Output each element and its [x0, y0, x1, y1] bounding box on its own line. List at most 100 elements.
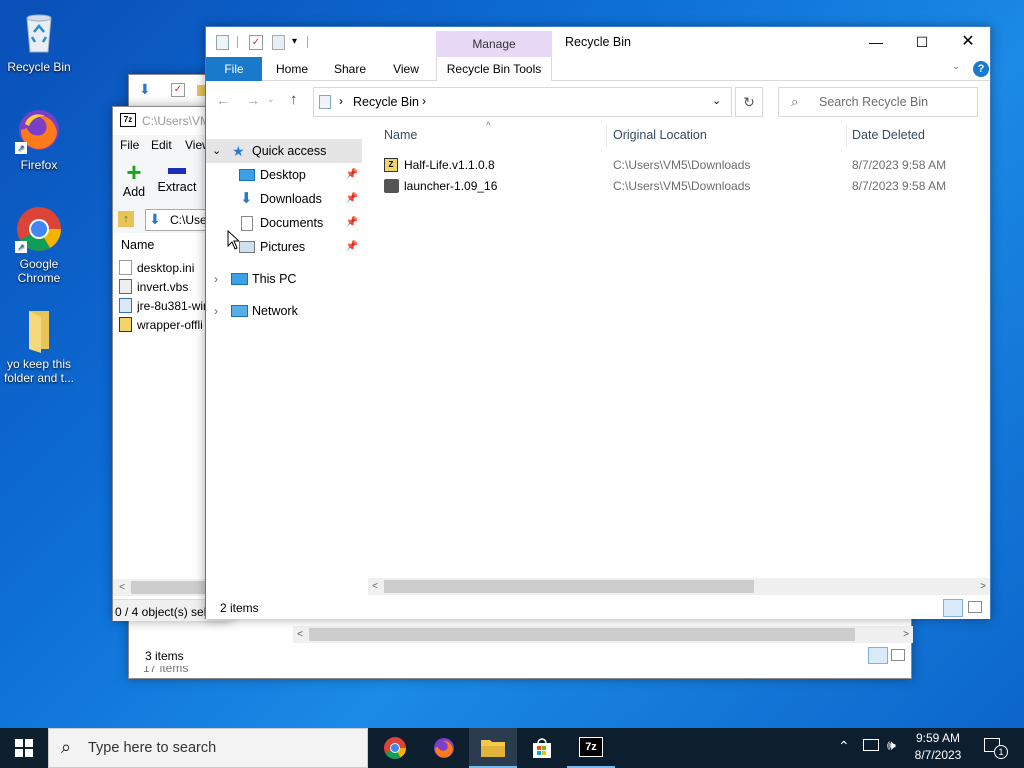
column-header-original-location[interactable]: Original Location: [608, 123, 846, 147]
tab-share[interactable]: Share: [326, 57, 374, 81]
navigation-bar: ← → ⌄ ↑ › Recycle Bin › ⌄ ↻ ⌕ Search Rec…: [206, 82, 990, 122]
extract-button[interactable]: Extract: [155, 159, 199, 203]
file-name: invert.vbs: [137, 280, 189, 294]
taskbar-search-box[interactable]: ⌕ Type here to search: [48, 728, 368, 768]
collapse-chevron-icon[interactable]: ⌄: [212, 139, 221, 163]
nav-quick-access[interactable]: ⌄ ★ Quick access: [206, 139, 362, 163]
new-folder-icon[interactable]: [272, 35, 285, 50]
address-bar[interactable]: › Recycle Bin › ⌄: [313, 87, 732, 117]
recycle-bin-window[interactable]: ✓ ▾ Manage Recycle Bin — ☐ ✕ File Home S…: [205, 26, 991, 619]
customize-toolbar-icon[interactable]: ▾: [292, 36, 297, 47]
breadcrumb[interactable]: Recycle Bin: [353, 95, 419, 109]
details-view-icon[interactable]: [943, 599, 963, 617]
nav-this-pc[interactable]: › This PC: [206, 267, 362, 291]
recycle-bin-small-icon: [319, 95, 331, 109]
tab-view[interactable]: View: [382, 57, 430, 81]
table-row[interactable]: launcher-1.09_16 C:\Users\VM5\Downloads …: [372, 176, 988, 197]
nav-desktop[interactable]: Desktop 📌: [206, 163, 362, 187]
action-center-button[interactable]: 1: [980, 736, 1008, 760]
store-bag-icon: [533, 738, 551, 758]
nav-downloads[interactable]: ⬇ Downloads 📌: [206, 187, 362, 211]
desktop-icon-folder[interactable]: yo keep this folder and t...: [2, 305, 76, 385]
scroll-right-arrow[interactable]: >: [899, 626, 913, 643]
mouse-cursor-icon: [227, 230, 239, 250]
file-list: ^ Name Original Location Date Deleted Z …: [372, 121, 990, 563]
tab-recycle-bin-tools[interactable]: Recycle Bin Tools: [436, 57, 552, 81]
expand-chevron-icon[interactable]: ›: [214, 299, 218, 323]
scroll-thumb[interactable]: [309, 628, 855, 641]
scroll-left-arrow[interactable]: <: [115, 579, 129, 596]
file-name: Half-Life.v1.1.0.8: [404, 158, 495, 172]
forward-arrow-icon[interactable]: →: [246, 92, 260, 108]
minimize-button[interactable]: —: [854, 29, 898, 55]
address-dropdown-icon[interactable]: ⌄: [712, 94, 721, 107]
taskbar-7zip[interactable]: 7z: [567, 728, 615, 768]
down-arrow-icon: ⬇: [139, 81, 151, 97]
start-button[interactable]: [0, 728, 48, 768]
tab-home[interactable]: Home: [268, 57, 316, 81]
chrome-icon: ↗: [15, 205, 63, 253]
network-status-icon[interactable]: [863, 739, 879, 751]
status-item-count: 2 items: [220, 601, 259, 615]
column-header-name[interactable]: Name: [121, 238, 154, 252]
large-icons-view-icon[interactable]: [968, 601, 982, 613]
volume-icon[interactable]: 🕪: [887, 737, 896, 754]
recent-locations-icon[interactable]: ⌄: [267, 94, 275, 105]
close-button[interactable]: ✕: [946, 29, 990, 55]
back-arrow-icon[interactable]: ←: [216, 92, 230, 108]
scroll-thumb[interactable]: [384, 580, 754, 593]
tab-view-label: View: [393, 62, 419, 76]
add-button[interactable]: + Add: [119, 159, 149, 203]
up-arrow-icon[interactable]: ↑: [290, 91, 298, 108]
title-bar[interactable]: ✓ ▾ Manage Recycle Bin — ☐ ✕: [206, 27, 990, 57]
bg-quick-access-toolbar: ⬇ ✓: [135, 79, 215, 101]
taskbar-firefox[interactable]: [420, 728, 468, 768]
expand-chevron-icon[interactable]: ›: [214, 267, 218, 291]
nav-label: Quick access: [252, 144, 327, 158]
column-header-name[interactable]: Name: [372, 123, 608, 147]
column-divider[interactable]: [606, 125, 607, 147]
content-horizontal-scrollbar[interactable]: < >: [368, 578, 990, 595]
nav-label: Network: [252, 304, 298, 318]
desktop-icon-firefox[interactable]: ↗ Firefox: [2, 106, 76, 172]
nav-label: Downloads: [260, 192, 322, 206]
breadcrumb-chevron-icon[interactable]: ›: [339, 94, 343, 108]
menu-file[interactable]: File: [120, 138, 139, 152]
menu-edit[interactable]: Edit: [151, 138, 172, 152]
file-name: launcher-1.09_16: [404, 179, 498, 193]
pictures-icon: [239, 241, 255, 253]
show-hidden-icons-chevron-icon[interactable]: ⌃: [838, 738, 850, 755]
column-divider[interactable]: [846, 125, 847, 147]
large-icons-view-icon[interactable]: [891, 649, 905, 661]
column-header-date-deleted[interactable]: Date Deleted: [848, 123, 988, 147]
help-icon[interactable]: ?: [973, 61, 989, 77]
nav-label: This PC: [252, 272, 297, 286]
separator: [237, 36, 238, 48]
details-view-icon[interactable]: [868, 647, 888, 664]
breadcrumb-chevron-icon[interactable]: ›: [422, 94, 426, 108]
scroll-left-arrow[interactable]: <: [293, 626, 307, 643]
search-input[interactable]: ⌕ Search Recycle Bin: [778, 87, 978, 117]
download-arrow-icon: ⬇: [149, 211, 161, 227]
document-icon: [241, 216, 253, 231]
shortcut-arrow-icon: ↗: [15, 142, 27, 154]
refresh-button[interactable]: ↻: [735, 87, 763, 117]
maximize-button[interactable]: ☐: [900, 29, 944, 55]
taskbar-chrome[interactable]: [371, 728, 419, 768]
bg-horizontal-scrollbar[interactable]: < >: [293, 626, 913, 643]
nav-network[interactable]: › Network: [206, 299, 362, 323]
table-row[interactable]: Z Half-Life.v1.1.0.8 C:\Users\VM5\Downlo…: [372, 155, 988, 176]
taskbar-store[interactable]: [518, 728, 566, 768]
tab-file[interactable]: File: [206, 57, 262, 81]
scroll-left-arrow[interactable]: <: [368, 578, 382, 595]
recycle-bin-small-icon: [216, 35, 229, 50]
properties-icon[interactable]: ✓: [249, 35, 263, 50]
script-file-icon: [119, 279, 132, 294]
clock[interactable]: 9:59 AM 8/7/2023: [906, 730, 970, 766]
up-folder-icon[interactable]: ↑: [118, 211, 134, 227]
desktop-icon-recycle-bin[interactable]: Recycle Bin: [2, 8, 76, 74]
scroll-right-arrow[interactable]: >: [976, 578, 990, 595]
desktop-icon-chrome[interactable]: ↗ Google Chrome: [2, 205, 76, 285]
expand-ribbon-icon[interactable]: ⌄: [952, 61, 960, 72]
taskbar-file-explorer[interactable]: [469, 728, 517, 768]
